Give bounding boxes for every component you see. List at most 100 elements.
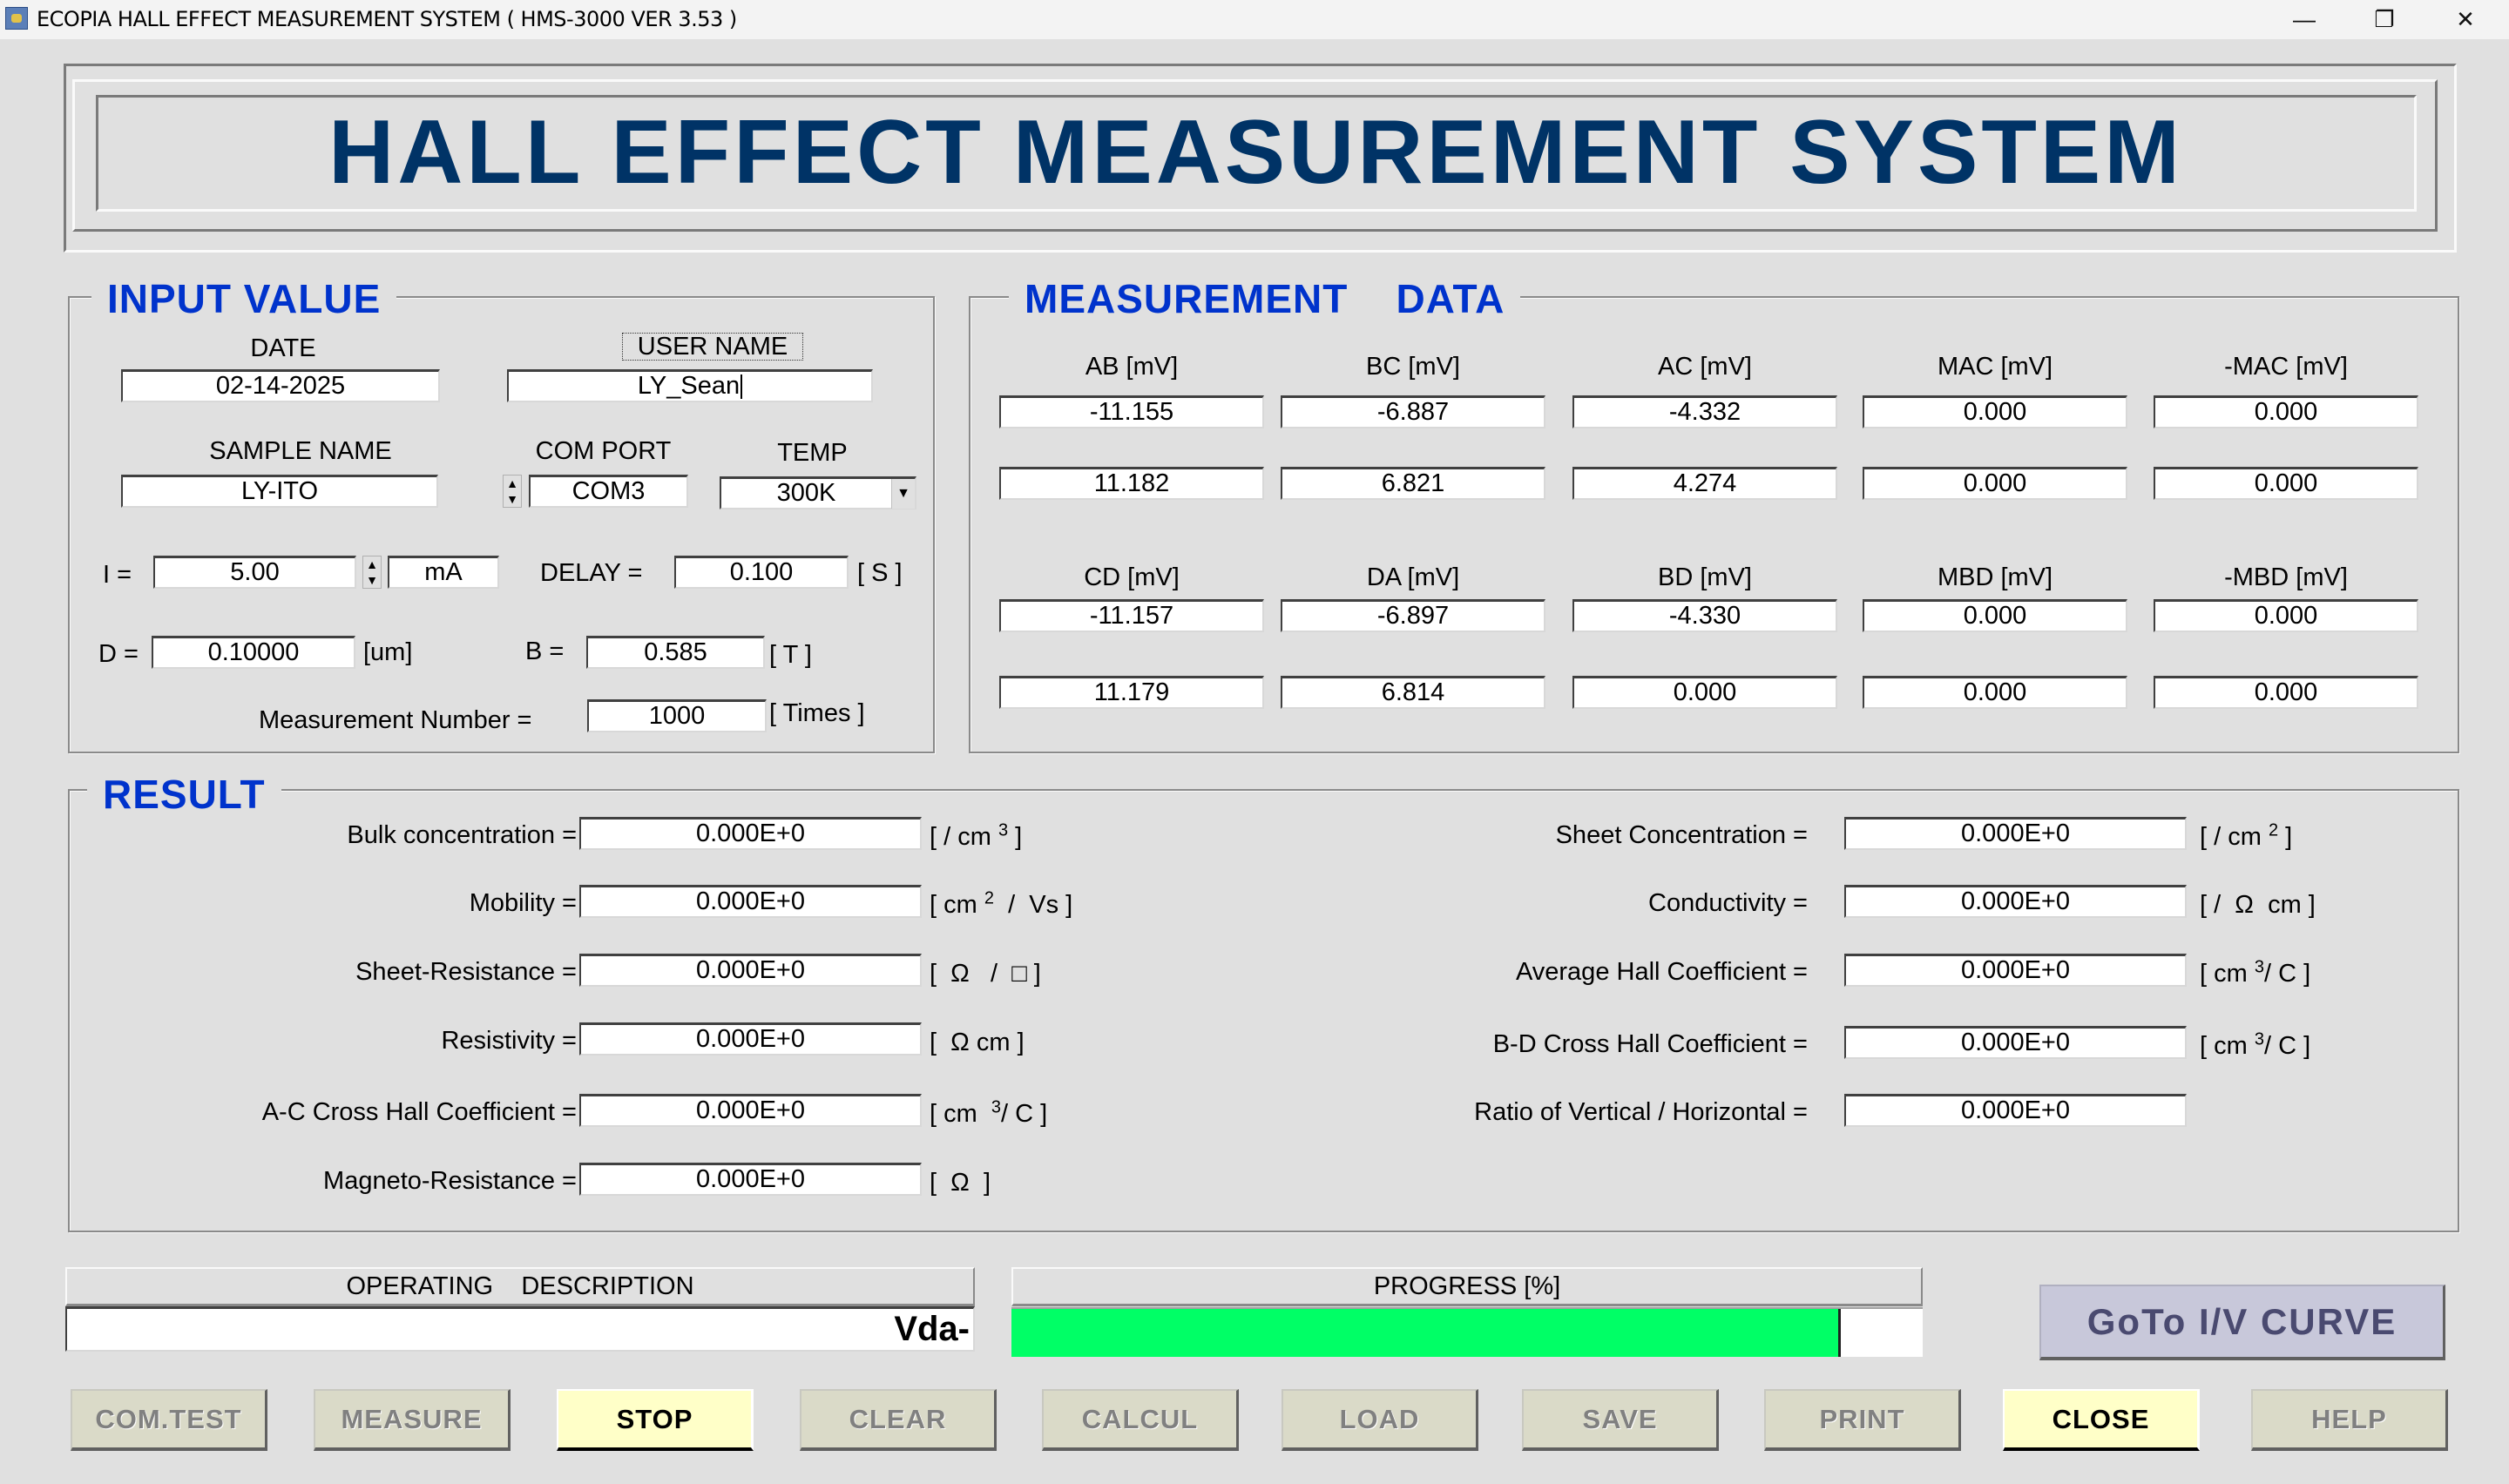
measurement-value-field: 6.821 <box>1281 467 1545 500</box>
unit-superscript: 3 <box>2254 957 2264 977</box>
measurement-value-field: -11.157 <box>999 599 1264 632</box>
result-value-field: 0.000E+0 <box>579 1163 922 1196</box>
thickness-label: D = <box>98 640 139 668</box>
result-unit: [ Ω ] <box>930 1169 991 1197</box>
result-label: B-D Cross Hall Coefficient = <box>1492 1030 1808 1058</box>
sample-name-field[interactable]: LY-ITO <box>121 475 438 508</box>
b-field-field[interactable]: 0.585 <box>586 636 765 669</box>
date-label: DATE <box>250 334 316 362</box>
measurement-value-field: 0.000 <box>2154 395 2418 428</box>
measurement-column-header: AC [mV] <box>1658 353 1752 381</box>
com-port-spinner[interactable]: ▲ ▼ <box>503 475 522 508</box>
measurement-number-unit: [ Times ] <box>769 699 865 727</box>
spin-down-icon[interactable]: ▼ <box>506 493 518 505</box>
window-title: ECOPIA HALL EFFECT MEASUREMENT SYSTEM ( … <box>37 7 737 31</box>
close-button[interactable]: CLOSE <box>2003 1389 2200 1451</box>
result-unit: [ cm 3/ C ] <box>2200 957 2311 988</box>
measurement-value-field: 0.000 <box>1863 676 2127 709</box>
user-name-value: LY_Sean <box>637 372 741 400</box>
chevron-down-icon[interactable]: ▼ <box>891 478 915 509</box>
measure-button[interactable]: MEASURE <box>314 1389 511 1451</box>
result-unit: [ / Ω cm ] <box>2200 891 2316 919</box>
result-label: Average Hall Coefficient = <box>1515 958 1808 986</box>
stop-button[interactable]: STOP <box>557 1389 754 1451</box>
restore-button[interactable]: ❐ <box>2350 0 2419 39</box>
temp-label: TEMP <box>777 439 848 467</box>
measurement-number-label: Measurement Number = <box>259 706 532 734</box>
measurement-column-header: MBD [mV] <box>1937 563 2053 591</box>
measurement-value-field: -4.330 <box>1572 599 1837 632</box>
spin-down-icon[interactable]: ▼ <box>366 574 378 586</box>
unit-superscript: 3 <box>2254 1029 2264 1049</box>
current-unit-spinner[interactable]: ▲ ▼ <box>362 556 382 589</box>
current-field[interactable]: 5.00 <box>153 556 356 589</box>
progress-header: PROGRESS [%] <box>1011 1267 1923 1306</box>
minimize-button[interactable]: — <box>2269 0 2339 39</box>
measurement-value-field: 0.000 <box>2154 599 2418 632</box>
measurement-value-field: -11.155 <box>999 395 1264 428</box>
result-value-field: 0.000E+0 <box>1844 817 2187 850</box>
title-bar: ECOPIA HALL EFFECT MEASUREMENT SYSTEM ( … <box>0 0 2509 39</box>
user-name-field[interactable]: LY_Sean <box>507 369 873 402</box>
progress-bar <box>1011 1307 1923 1357</box>
result-value-field: 0.000E+0 <box>1844 1094 2187 1127</box>
temp-dropdown[interactable]: 300K ▼ <box>720 476 916 509</box>
unit-superscript: 2 <box>2268 820 2279 840</box>
thickness-field[interactable]: 0.10000 <box>152 636 355 669</box>
measurement-column-header: -MBD [mV] <box>2224 563 2348 591</box>
measurement-value-field: 11.179 <box>999 676 1264 709</box>
result-label: Ratio of Vertical / Horizontal = <box>1474 1098 1808 1126</box>
goto-iv-curve-button[interactable]: GoTo I/V CURVE <box>2039 1285 2445 1360</box>
measurement-column-header: -MAC [mV] <box>2224 353 2348 381</box>
date-field[interactable]: 02-14-2025 <box>121 369 440 402</box>
measurement-value-field: 0.000 <box>1863 599 2127 632</box>
current-label: I = <box>103 561 132 589</box>
result-label: Magneto-Resistance = <box>323 1167 577 1195</box>
measurement-column-header: CD [mV] <box>1084 563 1180 591</box>
app-icon <box>5 7 28 30</box>
result-value-field: 0.000E+0 <box>1844 885 2187 918</box>
result-value-field: 0.000E+0 <box>1844 1026 2187 1059</box>
measurement-value-field: -6.897 <box>1281 599 1545 632</box>
delay-unit: [ S ] <box>857 559 903 587</box>
print-button[interactable]: PRINT <box>1764 1389 1961 1451</box>
com-test-button[interactable]: COM.TEST <box>71 1389 267 1451</box>
progress-bar-fill <box>1011 1309 1841 1357</box>
close-window-button[interactable]: ✕ <box>2431 0 2500 39</box>
com-port-field[interactable]: COM3 <box>529 475 688 508</box>
measurement-value-field: 0.000 <box>1572 676 1837 709</box>
operating-description-header: OPERATING DESCRIPTION <box>65 1267 975 1306</box>
spin-up-icon[interactable]: ▲ <box>366 558 378 570</box>
measurement-number-field[interactable]: 1000 <box>587 699 767 732</box>
result-unit: [ / cm 2 ] <box>2200 820 2293 851</box>
input-value-legend: INPUT VALUE <box>91 277 397 320</box>
measurement-data-legend: MEASUREMENT DATA <box>1009 277 1521 320</box>
save-button[interactable]: SAVE <box>1522 1389 1719 1451</box>
operating-description-field: Vda- <box>65 1306 975 1352</box>
minimize-icon: — <box>2293 6 2316 32</box>
result-value-field: 0.000E+0 <box>1844 954 2187 987</box>
measurement-value-field: 4.274 <box>1572 467 1837 500</box>
measurement-value-field: 0.000 <box>1863 467 2127 500</box>
delay-field[interactable]: 0.100 <box>674 556 849 589</box>
spin-up-icon[interactable]: ▲ <box>506 477 518 489</box>
measurement-value-field: 0.000 <box>2154 467 2418 500</box>
measurement-value-field: -6.887 <box>1281 395 1545 428</box>
com-port-label: COM PORT <box>535 437 672 465</box>
measurement-value-field: 11.182 <box>999 467 1264 500</box>
delay-label: DELAY = <box>540 559 643 587</box>
clear-button[interactable]: CLEAR <box>800 1389 997 1451</box>
input-value-panel <box>68 296 935 753</box>
measurement-column-header: BC [mV] <box>1366 353 1460 381</box>
result-legend: RESULT <box>87 772 281 816</box>
measurement-value-field: -4.332 <box>1572 395 1837 428</box>
measurement-value-field: 6.814 <box>1281 676 1545 709</box>
measurement-column-header: DA [mV] <box>1366 563 1460 591</box>
help-button[interactable]: HELP <box>2251 1389 2448 1451</box>
temp-selected-value: 300K <box>776 479 836 507</box>
sample-name-label: SAMPLE NAME <box>209 437 392 465</box>
measurement-value-field: 0.000 <box>2154 676 2418 709</box>
load-button[interactable]: LOAD <box>1282 1389 1478 1451</box>
current-unit-field[interactable]: mA <box>388 556 499 589</box>
calcul-button[interactable]: CALCUL <box>1042 1389 1239 1451</box>
